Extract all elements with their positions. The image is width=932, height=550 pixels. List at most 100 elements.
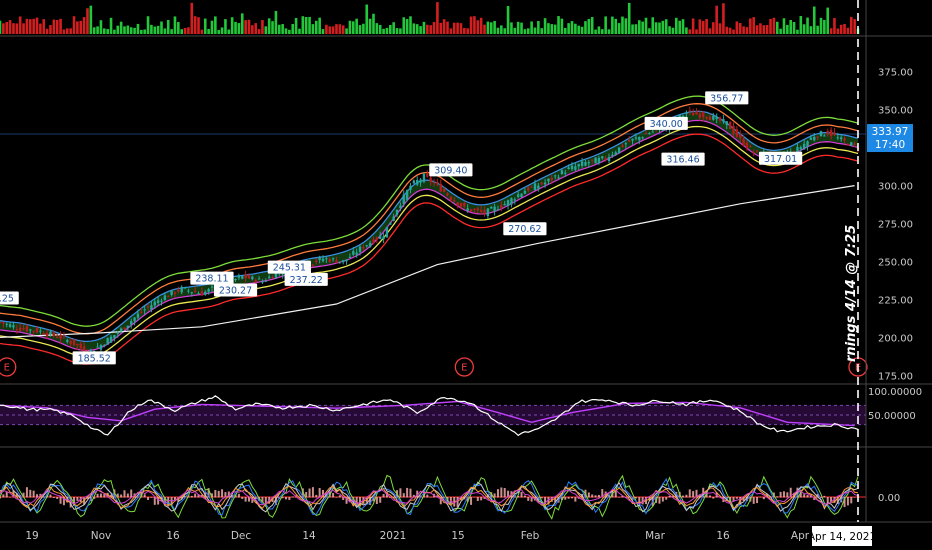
price-marker: 316.46 xyxy=(661,152,705,166)
volume-bar xyxy=(119,21,123,34)
macd-histogram-bar xyxy=(335,497,338,498)
candle-body xyxy=(385,226,389,238)
candle-body xyxy=(150,305,153,310)
volume-bar xyxy=(281,24,284,34)
volume-bar xyxy=(5,21,9,34)
candle-body xyxy=(267,276,271,279)
candle-body xyxy=(389,222,392,225)
volume-bar xyxy=(708,28,712,34)
volume-bar xyxy=(439,22,443,34)
stock-chart[interactable]: 7.25 185.52 238.11230.27 245.31237.22 309.40… xyxy=(0,0,932,550)
macd-histogram-bar xyxy=(143,494,146,498)
candle-body xyxy=(553,175,557,177)
volume-bar xyxy=(321,29,325,34)
volume-bar xyxy=(389,25,392,34)
macd-histogram-bar xyxy=(285,497,287,500)
macd-histogram-bar xyxy=(496,489,499,498)
macd-histogram-bar xyxy=(776,496,779,498)
candle-body xyxy=(89,349,93,351)
candle-body xyxy=(580,161,584,166)
volume-bar xyxy=(496,27,500,34)
candle-body xyxy=(530,186,533,188)
volume-bar xyxy=(304,16,308,34)
candle-body xyxy=(79,343,82,349)
time-axis-label: 19 xyxy=(25,530,38,542)
candle-body xyxy=(735,129,739,137)
price-marker-label: 356.77 xyxy=(710,93,743,104)
candle-body xyxy=(325,258,328,260)
volume-bar xyxy=(823,19,826,34)
volume-bar xyxy=(436,2,439,34)
macd-histogram-bar xyxy=(591,494,594,498)
candle-body xyxy=(358,246,362,252)
candle-body xyxy=(247,275,251,279)
candle-body xyxy=(527,187,530,191)
volume-bar xyxy=(557,16,560,34)
candle-body xyxy=(601,156,604,159)
candle-body xyxy=(755,150,759,152)
candle-body xyxy=(473,208,476,210)
candle-body xyxy=(96,346,99,348)
macd-histogram-bar xyxy=(708,495,711,498)
volume-bar xyxy=(140,29,143,34)
candle-body xyxy=(648,133,651,135)
volume-bar xyxy=(634,24,638,34)
volume-bar xyxy=(735,21,739,34)
candle-body xyxy=(409,185,412,190)
volume-bar xyxy=(153,26,157,34)
volume-bar xyxy=(109,17,113,34)
volume-bar xyxy=(298,28,301,34)
candle-body xyxy=(722,119,725,122)
macd-histogram-bar xyxy=(214,490,217,498)
candle-body xyxy=(261,281,264,283)
volume-bar xyxy=(486,21,490,34)
volume-bar xyxy=(207,28,210,34)
candle-body xyxy=(651,131,654,133)
candle-body xyxy=(688,110,691,112)
volume-bar xyxy=(392,22,395,34)
macd-histogram-bar xyxy=(661,497,664,502)
earnings-marker[interactable]: E xyxy=(454,357,474,377)
volume-bar xyxy=(136,23,140,34)
macd-histogram-bar xyxy=(540,497,543,499)
candle-body xyxy=(412,180,416,184)
macd-histogram-bar xyxy=(500,487,503,498)
candle-body xyxy=(442,189,446,192)
macd-histogram-bar xyxy=(571,497,573,499)
time-axis-label: 16 xyxy=(716,530,730,542)
price-marker: 340.00 xyxy=(644,116,688,130)
candle-body xyxy=(496,209,500,211)
candle-body xyxy=(587,162,591,164)
volume-bar xyxy=(227,29,231,34)
candle-body xyxy=(604,158,607,160)
candle-body xyxy=(614,152,617,155)
macd-histogram-bar xyxy=(56,497,59,499)
macd-histogram-bar xyxy=(567,497,570,499)
volume-bar xyxy=(476,20,480,34)
candle-body xyxy=(570,165,574,170)
volume-bar xyxy=(402,17,406,34)
price-marker-label: 340.00 xyxy=(650,119,683,130)
volume-bar xyxy=(742,26,745,34)
candle-body xyxy=(271,277,274,279)
candle-body xyxy=(382,236,385,240)
volume-bar xyxy=(116,25,120,34)
time-axis-label: Nov xyxy=(91,530,112,542)
candle-body xyxy=(335,260,338,263)
macd-histogram-bar xyxy=(614,490,617,498)
volume-bar xyxy=(510,22,513,34)
candle-body xyxy=(732,125,735,134)
volume-bar xyxy=(853,19,856,34)
volume-bar xyxy=(493,20,496,34)
candle-body xyxy=(574,166,577,170)
volume-bar xyxy=(553,24,557,34)
volume-bar xyxy=(772,17,776,34)
volume-bar xyxy=(277,24,281,34)
volume-bar xyxy=(405,19,409,34)
cursor-date-label: Apr 14, 2021 xyxy=(808,531,876,543)
candle-body xyxy=(691,113,695,116)
macd-histogram-bar xyxy=(480,497,483,501)
volume-bar xyxy=(671,27,675,34)
earnings-marker[interactable]: E xyxy=(0,357,17,377)
candle-body xyxy=(345,259,348,262)
